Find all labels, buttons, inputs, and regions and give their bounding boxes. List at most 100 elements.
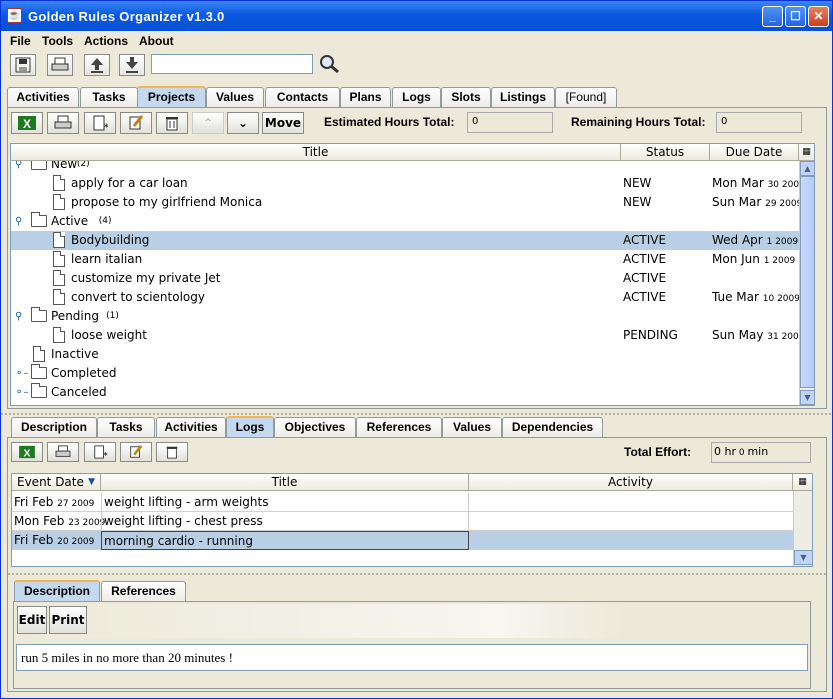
print-icon[interactable]: [47, 112, 79, 134]
project-row[interactable]: apply for a car loan NEW Mon Mar 30 2009: [11, 174, 799, 193]
column-title[interactable]: Title: [11, 144, 621, 161]
tab-description[interactable]: Description: [14, 580, 100, 602]
row-status: ACTIVE: [623, 233, 667, 247]
svg-text:*: *: [104, 123, 108, 131]
minimize-button[interactable]: _: [762, 6, 783, 27]
move-down-icon[interactable]: ⌄: [227, 112, 259, 134]
column-activity[interactable]: Activity: [469, 474, 793, 491]
scroll-up-icon[interactable]: ▲: [800, 161, 814, 176]
tab-contacts[interactable]: Contacts: [265, 87, 340, 108]
move-button[interactable]: Move: [262, 112, 304, 134]
tab-references[interactable]: References: [356, 417, 442, 438]
search-input[interactable]: [151, 54, 313, 74]
description-text[interactable]: run 5 miles in no more than 20 minutes !: [16, 644, 808, 671]
tab-description[interactable]: Description: [11, 417, 97, 438]
log-scrollbar[interactable]: ▼: [793, 491, 812, 566]
remaining-hours-value: 0: [716, 112, 802, 133]
menu-actions[interactable]: Actions: [84, 34, 128, 48]
project-row[interactable]: customize my private Jet ACTIVE: [11, 269, 799, 288]
title-bar[interactable]: ☕ Golden Rules Organizer v1.3.0 _ ☐ ✕: [1, 1, 832, 31]
row-status: ACTIVE: [623, 290, 667, 304]
row-title: Completed: [51, 366, 117, 380]
tab-tasks[interactable]: Tasks: [97, 417, 155, 438]
column-chooser-icon[interactable]: ▦: [799, 144, 814, 161]
total-effort-label: Total Effort:: [624, 445, 692, 459]
tab-projects[interactable]: Projects: [137, 86, 206, 108]
print-icon[interactable]: [47, 442, 79, 462]
collapse-handle-icon[interactable]: ⚲: [15, 161, 22, 174]
delete-icon[interactable]: [156, 442, 188, 462]
tab-slots[interactable]: Slots: [441, 87, 491, 108]
due-date-weekday: Sun Mar: [712, 195, 766, 209]
row-due-date: Sun May 31 2009: [712, 326, 799, 347]
menu-tools[interactable]: Tools: [42, 34, 73, 48]
group-row[interactable]: Inactive: [11, 345, 799, 364]
collapse-handle-icon[interactable]: ⚲: [15, 307, 22, 326]
expand-handle-icon[interactable]: ⚬–: [15, 364, 28, 383]
project-row[interactable]: Bodybuilding ACTIVE Wed Apr 1 2009: [11, 231, 799, 250]
project-scrollbar[interactable]: ▲ ▼: [799, 161, 814, 405]
edit-icon[interactable]: [120, 112, 152, 134]
group-row[interactable]: ⚬– Canceled: [11, 383, 799, 402]
collapse-handle-icon[interactable]: ⚲: [15, 212, 22, 231]
group-count: (4): [98, 216, 112, 226]
row-title: learn italian: [71, 252, 143, 266]
row-title: Pending: [51, 309, 99, 323]
project-row[interactable]: loose weight PENDING Sun May 31 2009: [11, 326, 799, 345]
log-row[interactable]: Mon Feb 23 2009 weight lifting - chest pr…: [12, 512, 793, 531]
tab-values[interactable]: Values: [442, 417, 502, 438]
group-row[interactable]: ⚲ New (2): [11, 161, 799, 174]
scroll-down-icon[interactable]: ▼: [800, 390, 814, 405]
group-row[interactable]: ⚲ Active (4): [11, 212, 799, 231]
edit-icon[interactable]: [120, 442, 152, 462]
tab-references[interactable]: References: [101, 581, 186, 602]
due-date-weekday: Tue Mar: [712, 290, 763, 304]
scroll-thumb[interactable]: [800, 176, 814, 388]
tab-activities[interactable]: Activities: [7, 87, 79, 108]
tab-listings[interactable]: Listings: [491, 87, 555, 108]
project-row[interactable]: convert to scientology ACTIVE Tue Mar 10 2…: [11, 288, 799, 307]
excel-export-icon[interactable]: X: [11, 442, 43, 462]
maximize-button[interactable]: ☐: [785, 6, 806, 27]
print-icon[interactable]: [47, 54, 73, 76]
project-row[interactable]: propose to my girlfriend Monica NEW Sun Ma…: [11, 193, 799, 212]
column-due-date[interactable]: Due Date: [710, 144, 799, 161]
log-row[interactable]: Fri Feb 20 2009 morning cardio - running: [12, 531, 793, 550]
menu-file[interactable]: File: [10, 34, 31, 48]
column-title[interactable]: Title: [101, 474, 469, 491]
column-status[interactable]: Status: [621, 144, 710, 161]
close-button[interactable]: ✕: [808, 6, 829, 27]
log-date: Fri Feb 27 2009: [14, 493, 94, 514]
excel-export-icon[interactable]: X: [11, 112, 43, 134]
delete-icon[interactable]: [156, 112, 188, 134]
tab-activities[interactable]: Activities: [156, 417, 226, 438]
tab-dependencies[interactable]: Dependencies: [502, 417, 603, 438]
import-icon[interactable]: [119, 54, 145, 76]
horizontal-splitter[interactable]: [8, 570, 826, 578]
edit-button[interactable]: Edit: [17, 606, 47, 634]
print-button[interactable]: Print: [49, 606, 87, 634]
new-item-icon[interactable]: *: [84, 442, 116, 462]
tab-logs[interactable]: Logs: [392, 87, 441, 108]
menu-about[interactable]: About: [139, 34, 174, 48]
tab-tasks[interactable]: Tasks: [80, 87, 138, 108]
log-row[interactable]: Fri Feb 27 2009 weight lifting - arm weig…: [12, 493, 793, 512]
scroll-down-icon[interactable]: ▼: [794, 550, 812, 565]
document-icon: [53, 194, 65, 210]
export-icon[interactable]: [84, 54, 110, 76]
new-item-icon[interactable]: *: [84, 112, 116, 134]
search-icon[interactable]: [319, 54, 343, 76]
group-row[interactable]: ⚲ Pending (1): [11, 307, 799, 326]
tab-plans[interactable]: Plans: [340, 87, 391, 108]
move-up-icon[interactable]: ⌃: [192, 112, 224, 134]
column-event-date[interactable]: Event Date ▼: [12, 474, 101, 491]
expand-handle-icon[interactable]: ⚬–: [15, 383, 28, 402]
tab-values[interactable]: Values: [206, 87, 264, 108]
save-icon[interactable]: [10, 54, 36, 76]
tab-found[interactable]: [Found]: [555, 87, 617, 108]
tab-logs[interactable]: Logs: [226, 416, 274, 438]
project-row[interactable]: learn italian ACTIVE Mon Jun 1 2009: [11, 250, 799, 269]
group-row[interactable]: ⚬– Completed: [11, 364, 799, 383]
column-chooser-icon[interactable]: ▦: [793, 474, 812, 491]
tab-objectives[interactable]: Objectives: [274, 417, 356, 438]
